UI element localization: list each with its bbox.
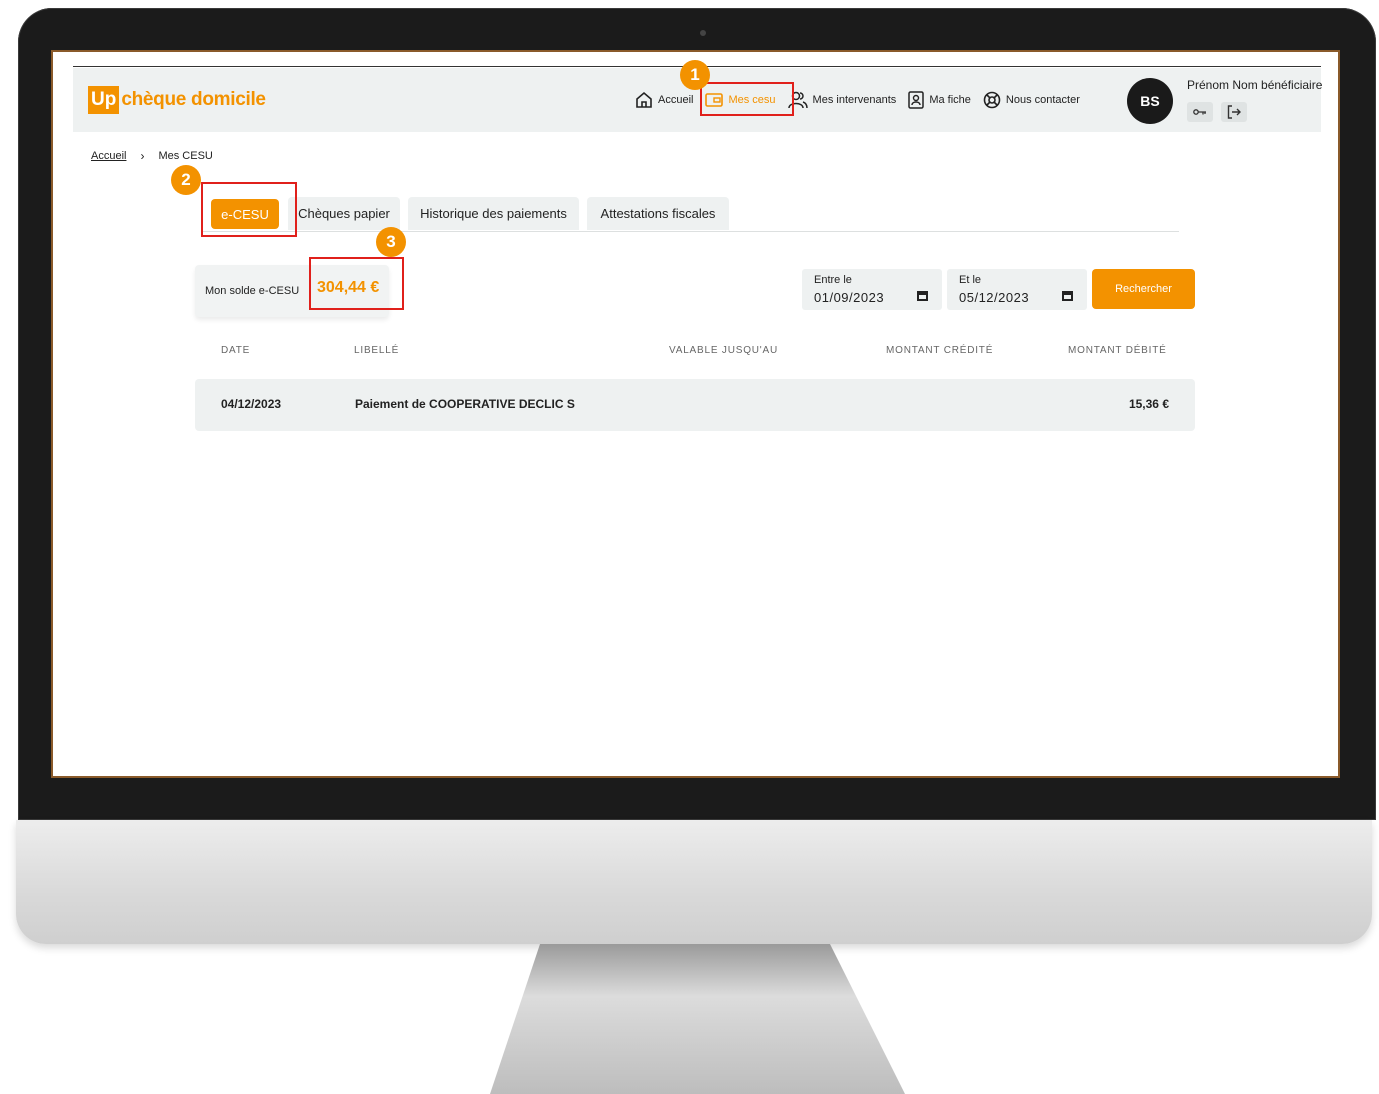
- logo[interactable]: Up chèque domicile: [88, 86, 266, 114]
- chevron-right-icon: ›: [140, 149, 145, 163]
- annotation-box-1: [700, 82, 794, 116]
- annotation-badge-3: 3: [376, 227, 406, 257]
- change-password-button[interactable]: [1187, 102, 1213, 122]
- nav-mes-intervenants-label: Mes intervenants: [812, 94, 897, 106]
- breadcrumb-current: Mes CESU: [158, 150, 213, 162]
- user-name: Prénom Nom bénéficiaire: [1187, 78, 1323, 92]
- calendar-icon[interactable]: [1062, 291, 1073, 301]
- date-from-label: Entre le: [814, 274, 852, 286]
- column-header-libelle: LIBELLÉ: [354, 345, 400, 356]
- column-header-credit: MONTANT CRÉDITÉ: [886, 345, 994, 356]
- column-header-valable: VALABLE JUSQU'AU: [669, 345, 779, 356]
- nav-nous-contacter-label: Nous contacter: [1005, 94, 1080, 106]
- breadcrumb: Accueil › Mes CESU: [91, 149, 213, 163]
- table-row[interactable]: 04/12/2023 Paiement de COOPERATIVE DECLI…: [195, 379, 1195, 431]
- logo-text: chèque domicile: [121, 89, 266, 110]
- camera: [700, 30, 706, 36]
- tab-attestations[interactable]: Attestations fiscales: [587, 197, 729, 230]
- nav-ma-fiche[interactable]: Ma fiche: [908, 91, 971, 109]
- nav-ma-fiche-label: Ma fiche: [929, 94, 971, 106]
- avatar[interactable]: BS: [1127, 78, 1173, 124]
- row-label: Paiement de COOPERATIVE DECLIC S: [355, 397, 575, 411]
- column-header-date: DATE: [221, 345, 251, 356]
- tabs: e-CESU Chèques papier Historique des pai…: [201, 197, 1179, 232]
- nav-mes-intervenants[interactable]: Mes intervenants: [787, 91, 897, 109]
- annotation-box-2: [201, 182, 297, 237]
- nav-nous-contacter[interactable]: Nous contacter: [983, 91, 1080, 109]
- nav-accueil-label: Accueil: [658, 94, 694, 106]
- logout-icon: [1227, 105, 1241, 119]
- search-button[interactable]: Rechercher: [1092, 269, 1195, 309]
- annotation-badge-1: 1: [680, 60, 710, 90]
- date-from-field[interactable]: Entre le 01/09/2023: [802, 269, 942, 310]
- date-from-value: 01/09/2023: [814, 290, 885, 305]
- calendar-icon[interactable]: [917, 291, 928, 301]
- column-header-debit: MONTANT DÉBITÉ: [1068, 345, 1167, 356]
- key-icon: [1193, 109, 1206, 115]
- tab-cheques-papier[interactable]: Chèques papier: [288, 197, 400, 230]
- breadcrumb-home-link[interactable]: Accueil: [91, 150, 126, 162]
- row-debit: 15,36 €: [1128, 397, 1169, 411]
- balance-label: Mon solde e-CESU: [205, 285, 300, 297]
- row-date: 04/12/2023: [221, 397, 282, 411]
- date-to-field[interactable]: Et le 05/12/2023: [947, 269, 1087, 310]
- home-icon: [636, 91, 652, 108]
- annotation-badge-2: 2: [171, 165, 201, 195]
- tab-historique[interactable]: Historique des paiements: [408, 197, 579, 230]
- screen: Up chèque domicile Accueil Mes cesu Mes …: [51, 50, 1340, 778]
- lifebuoy-icon: [983, 91, 1001, 109]
- date-to-value: 05/12/2023: [959, 290, 1030, 305]
- monitor-chin: [16, 820, 1372, 944]
- annotation-box-3: [309, 257, 404, 310]
- logo-up: Up: [88, 86, 120, 114]
- nav-accueil[interactable]: Accueil: [635, 91, 693, 109]
- logout-button[interactable]: [1221, 102, 1247, 122]
- contact-card-icon: [908, 91, 925, 109]
- date-to-label: Et le: [959, 274, 982, 286]
- monitor-stand: [490, 944, 905, 1094]
